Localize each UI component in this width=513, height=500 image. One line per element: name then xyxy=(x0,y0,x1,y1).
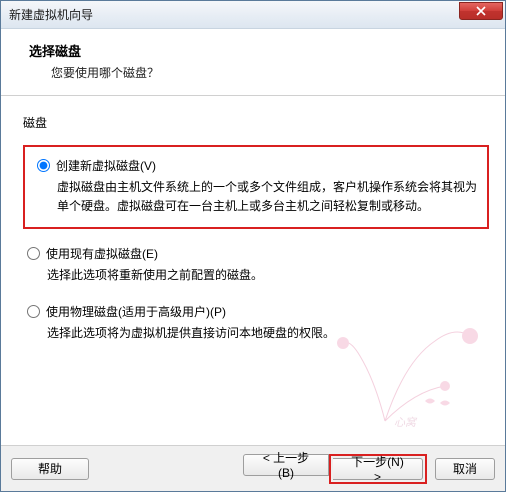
option-description: 选择此选项将重新使用之前配置的磁盘。 xyxy=(47,266,489,285)
wizard-footer: 帮助 < 上一步(B) 下一步(N) > 取消 xyxy=(1,445,505,491)
window-title: 新建虚拟机向导 xyxy=(9,6,93,23)
svg-text:心窝: 心窝 xyxy=(394,416,418,429)
radio-create-new[interactable] xyxy=(37,159,50,172)
help-button[interactable]: 帮助 xyxy=(11,458,89,480)
back-button[interactable]: < 上一步(B) xyxy=(243,454,329,476)
option-label: 创建新虚拟磁盘(V) xyxy=(56,157,156,174)
nav-button-group: < 上一步(B) 下一步(N) > xyxy=(243,454,427,484)
close-button[interactable] xyxy=(459,2,503,20)
close-icon xyxy=(476,6,486,16)
option-physical-disk[interactable]: 使用物理磁盘(适用于高级用户)(P) 选择此选项将为虚拟机提供直接访问本地硬盘的… xyxy=(23,303,489,343)
highlighted-option: 创建新虚拟磁盘(V) 虚拟磁盘由主机文件系统上的一个或多个文件组成，客户机操作系… xyxy=(23,145,489,229)
wizard-body: 磁盘 创建新虚拟磁盘(V) 虚拟磁盘由主机文件系统上的一个或多个文件组成，客户机… xyxy=(1,96,505,342)
page-title: 选择磁盘 xyxy=(29,41,489,60)
radio-use-existing[interactable] xyxy=(27,247,40,260)
wizard-window: 新建虚拟机向导 选择磁盘 您要使用哪个磁盘？ 磁盘 创建新虚拟磁盘(V) 虚拟磁… xyxy=(0,0,506,492)
next-highlight: 下一步(N) > xyxy=(329,454,427,484)
radio-physical-disk[interactable] xyxy=(27,305,40,318)
option-use-existing[interactable]: 使用现有虚拟磁盘(E) 选择此选项将重新使用之前配置的磁盘。 xyxy=(23,245,489,285)
next-button[interactable]: 下一步(N) > xyxy=(333,458,423,480)
option-create-new[interactable]: 创建新虚拟磁盘(V) 虚拟磁盘由主机文件系统上的一个或多个文件组成，客户机操作系… xyxy=(33,157,479,215)
titlebar: 新建虚拟机向导 xyxy=(1,1,505,29)
option-label: 使用物理磁盘(适用于高级用户)(P) xyxy=(46,303,226,320)
wizard-header: 选择磁盘 您要使用哪个磁盘？ xyxy=(1,29,505,96)
option-label: 使用现有虚拟磁盘(E) xyxy=(46,245,158,262)
page-subtitle: 您要使用哪个磁盘？ xyxy=(29,64,489,81)
option-description: 虚拟磁盘由主机文件系统上的一个或多个文件组成，客户机操作系统会将其视为单个硬盘。… xyxy=(57,178,479,215)
section-label: 磁盘 xyxy=(23,114,489,131)
cancel-button[interactable]: 取消 xyxy=(435,458,495,480)
option-description: 选择此选项将为虚拟机提供直接访问本地硬盘的权限。 xyxy=(47,324,489,343)
